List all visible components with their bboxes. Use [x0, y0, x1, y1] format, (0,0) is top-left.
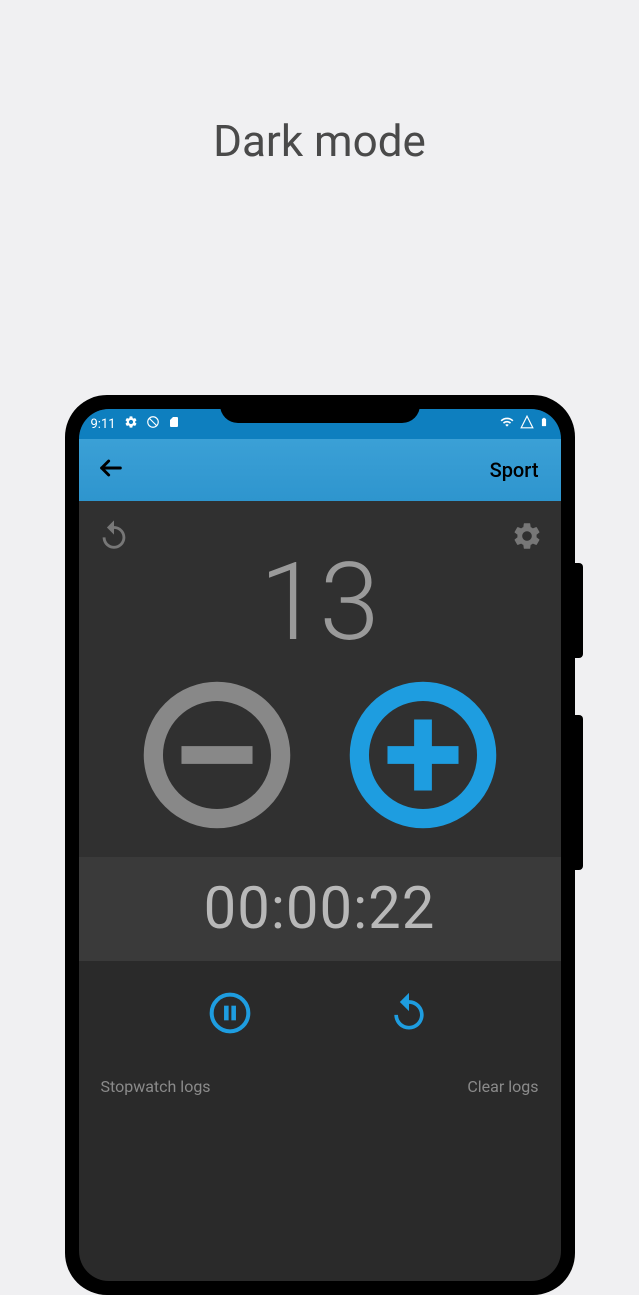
timer-value: 00:00:22: [204, 875, 436, 943]
reset-timer-button[interactable]: [387, 991, 431, 1039]
phone-frame: 9:11: [65, 395, 575, 1295]
phone-notch: [220, 395, 420, 423]
settings-button[interactable]: [511, 520, 543, 556]
timer-display: 00:00:22: [79, 857, 561, 961]
wifi-icon: [499, 415, 515, 433]
page-title: Dark mode: [0, 115, 639, 167]
screen: 9:11: [79, 409, 561, 1281]
app-bar: Sport: [79, 439, 561, 501]
reset-counter-button[interactable]: [97, 519, 131, 557]
pause-button[interactable]: [208, 991, 252, 1039]
app-title: Sport: [490, 458, 539, 482]
sd-card-icon: [168, 415, 180, 433]
increment-button[interactable]: [349, 681, 497, 829]
signal-icon: [519, 415, 535, 433]
timer-controls: [79, 961, 561, 1069]
no-icon: [146, 415, 160, 433]
decrement-button[interactable]: [143, 681, 291, 829]
clear-logs-button[interactable]: Clear logs: [467, 1077, 538, 1096]
logs-row: Stopwatch logs Clear logs: [79, 1069, 561, 1114]
battery-icon: [539, 414, 549, 434]
side-button-power: [575, 563, 583, 658]
back-button[interactable]: [97, 454, 125, 486]
counter-value: 13: [97, 549, 543, 657]
counter-area: 13: [79, 501, 561, 857]
status-time: 9:11: [91, 417, 116, 432]
gear-icon: [124, 415, 138, 433]
logs-label: Stopwatch logs: [101, 1077, 211, 1096]
side-button-volume: [575, 715, 583, 870]
